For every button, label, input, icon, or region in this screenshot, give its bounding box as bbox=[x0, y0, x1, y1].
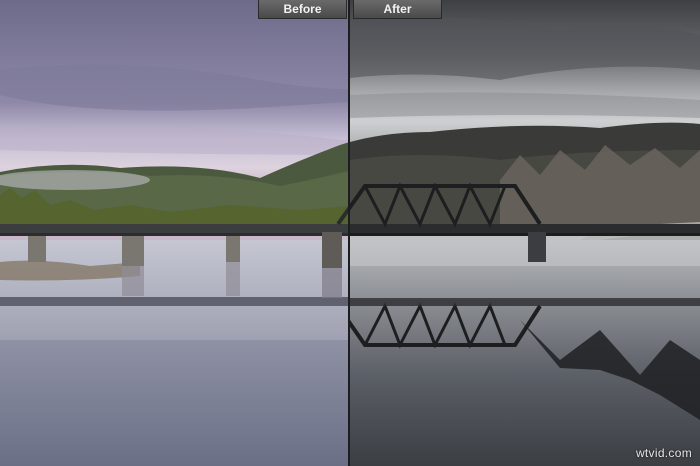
comparison-divider[interactable] bbox=[348, 0, 350, 466]
before-after-comparison: Before After wtvid.com bbox=[0, 0, 700, 466]
before-image bbox=[0, 0, 349, 466]
watermark: wtvid.com bbox=[635, 446, 692, 460]
after-label: After bbox=[353, 0, 442, 19]
after-scene bbox=[350, 0, 700, 466]
before-label: Before bbox=[258, 0, 347, 19]
before-scene bbox=[0, 0, 349, 466]
after-image bbox=[350, 0, 700, 466]
